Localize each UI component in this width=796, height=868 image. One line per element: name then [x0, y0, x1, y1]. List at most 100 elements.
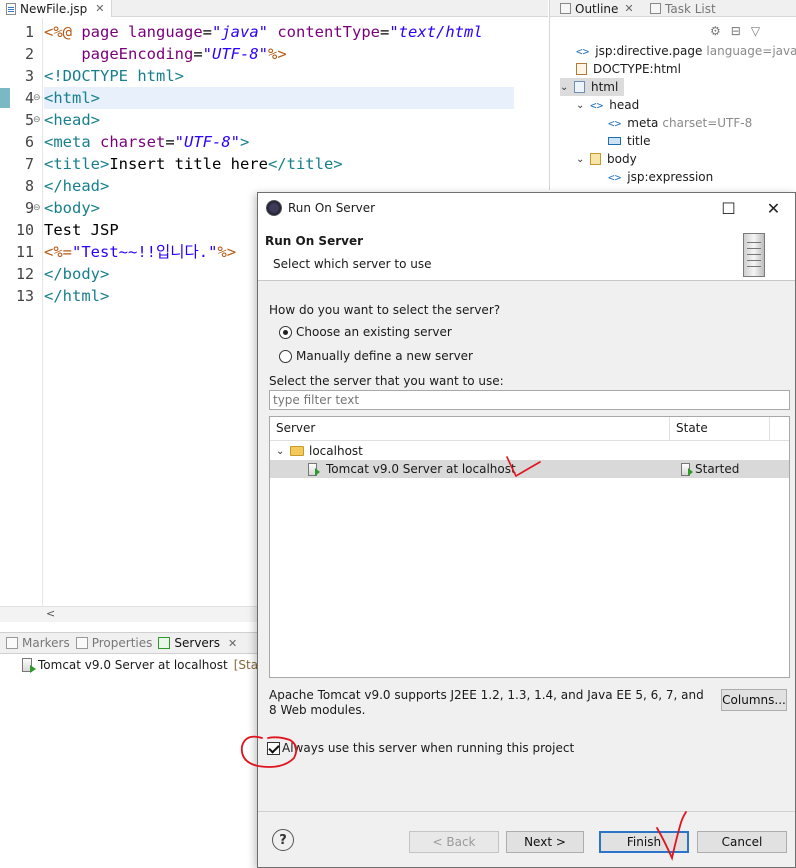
code-token: <html>	[44, 89, 100, 107]
code-line[interactable]: Test JSP	[44, 219, 119, 241]
outline-node[interactable]: title	[608, 132, 650, 150]
radio-existing-server[interactable]: Choose an existing server	[279, 325, 452, 339]
element-icon: <>	[590, 98, 604, 112]
code-line[interactable]: <head>	[44, 109, 100, 131]
chevron-down-icon[interactable]: ⌄	[576, 154, 590, 165]
code-line[interactable]: <meta charset="UTF-8">	[44, 131, 249, 153]
code-token: </html>	[44, 287, 110, 305]
code-line[interactable]: <!DOCTYPE html>	[44, 65, 184, 87]
cancel-button[interactable]: Cancel	[697, 831, 787, 853]
outline-view: Outline ✕ Task List ⚙ ⊟ ▽ <> jsp:directi…	[549, 0, 796, 190]
outline-node-label: title	[627, 134, 651, 148]
code-token: "UTF-8"	[174, 133, 240, 151]
code-line[interactable]: <title>Insert title here</title>	[44, 153, 343, 175]
outline-node[interactable]: ⌄ <> head	[576, 96, 639, 114]
finish-button[interactable]: Finish	[599, 831, 689, 853]
radio-selected-icon[interactable]	[279, 325, 292, 339]
close-icon[interactable]: ✕	[95, 2, 104, 15]
line-number: 5	[24, 111, 34, 129]
table-row[interactable]: Tomcat v9.0 Server at localhost Started	[270, 460, 789, 478]
fold-collapse-icon[interactable]: ⊖	[33, 197, 41, 219]
checkbox-checked-icon[interactable]	[267, 741, 280, 755]
tomcat-server-icon	[308, 462, 320, 476]
code-token: <%@	[44, 23, 82, 41]
code-token: contentType	[277, 23, 380, 41]
next-button[interactable]: Next >	[506, 831, 584, 853]
outline-node-label: meta	[627, 116, 659, 130]
chevron-down-icon[interactable]: ⌄	[560, 82, 574, 93]
close-icon[interactable]: ✕	[751, 193, 796, 223]
code-line[interactable]: <body>	[44, 197, 100, 219]
jsp-file-icon	[6, 2, 16, 15]
code-token: <%=	[44, 243, 72, 261]
folder-icon	[290, 446, 304, 456]
column-header-state[interactable]: State	[676, 421, 708, 435]
editor-tab-bar: NewFile.jsp ✕	[0, 0, 548, 17]
outline-node[interactable]: ⌄ body	[576, 150, 637, 168]
servers-icon	[158, 637, 171, 649]
back-button[interactable]: < Back	[409, 831, 499, 853]
code-line[interactable]: <html>	[44, 87, 100, 109]
outline-node[interactable]: <> jsp:expression	[608, 168, 713, 186]
properties-icon	[75, 637, 88, 649]
code-line[interactable]: <%="Test~~!!입니다."%>	[44, 241, 236, 263]
code-token: >	[240, 133, 250, 151]
body-element-icon	[590, 153, 601, 165]
code-token: html	[137, 67, 175, 85]
editor-horizontal-scrollbar[interactable]: <	[0, 606, 258, 622]
outline-node[interactable]: <> jsp:directive.page language=java	[576, 42, 796, 60]
dialog-window-title: Run On Server	[288, 201, 376, 215]
scroll-left-arrow-icon[interactable]: <	[46, 607, 55, 620]
outline-node-meta: charset=UTF-8	[662, 116, 753, 130]
line-number: 6	[24, 133, 34, 151]
maximize-icon[interactable]: ☐	[706, 193, 751, 223]
radio-manual-server[interactable]: Manually define a new server	[279, 349, 473, 363]
close-icon[interactable]: ✕	[624, 2, 633, 15]
server-select-label: Select the server that you want to use:	[269, 374, 504, 388]
line-number: 13	[15, 287, 34, 305]
help-icon[interactable]: ?	[272, 829, 294, 851]
tab-task-list[interactable]: Task List	[650, 0, 716, 17]
view-menu-icon[interactable]: ▽	[751, 24, 760, 38]
tab-outline[interactable]: Outline ✕	[560, 0, 634, 17]
column-header-server[interactable]: Server	[276, 421, 315, 435]
tab-markers[interactable]: Markers	[6, 636, 70, 650]
code-token: Insert title here	[109, 155, 268, 173]
fold-collapse-icon[interactable]: ⊖	[33, 109, 41, 131]
outline-node[interactable]: <> meta charset=UTF-8	[608, 114, 752, 132]
server-group-label: localhost	[309, 444, 363, 458]
table-row[interactable]: ⌄ localhost	[270, 442, 789, 460]
outline-node[interactable]: DOCTYPE:html	[576, 60, 681, 78]
outline-node[interactable]: ⌄ html	[560, 78, 624, 96]
radio-unselected-icon[interactable]	[279, 349, 292, 363]
outline-node-label: body	[607, 152, 637, 166]
code-line[interactable]: pageEncoding="UTF-8"%>	[44, 43, 286, 65]
code-line[interactable]: </head>	[44, 175, 109, 197]
fold-collapse-icon[interactable]: ⊖	[33, 87, 41, 109]
columns-button[interactable]: Columns...	[721, 689, 787, 711]
servers-list: Tomcat v9.0 Server at localhost [Starte	[0, 654, 275, 868]
filter-input[interactable]	[269, 390, 790, 410]
dialog-title-bar[interactable]: Run On Server ☐ ✕	[258, 193, 795, 223]
code-line[interactable]: </body>	[44, 263, 109, 285]
outline-node-meta: language=java	[706, 44, 796, 58]
always-use-checkbox[interactable]: Always use this server when running this…	[267, 741, 574, 755]
sort-icon[interactable]: ⚙	[710, 24, 721, 38]
list-item[interactable]: Tomcat v9.0 Server at localhost [Starte	[22, 658, 275, 673]
tab-properties[interactable]: Properties	[75, 636, 152, 650]
code-line[interactable]: <%@ page language="java" contentType="te…	[44, 21, 483, 43]
chevron-down-icon[interactable]: ⌄	[276, 446, 290, 457]
tab-servers[interactable]: Servers ✕	[158, 636, 237, 650]
line-number: 12	[15, 265, 34, 283]
editor-tab-newfile[interactable]: NewFile.jsp ✕	[0, 0, 112, 17]
code-line[interactable]: </html>	[44, 285, 109, 307]
code-token: </body>	[44, 265, 110, 283]
code-token: </title>	[267, 155, 343, 173]
collapse-all-icon[interactable]: ⊟	[731, 24, 741, 38]
chevron-down-icon[interactable]: ⌄	[576, 100, 590, 111]
always-use-label: Always use this server when running this…	[282, 741, 575, 755]
close-icon[interactable]: ✕	[228, 637, 237, 650]
eclipse-app-icon	[266, 200, 282, 216]
server-started-icon	[22, 658, 36, 673]
